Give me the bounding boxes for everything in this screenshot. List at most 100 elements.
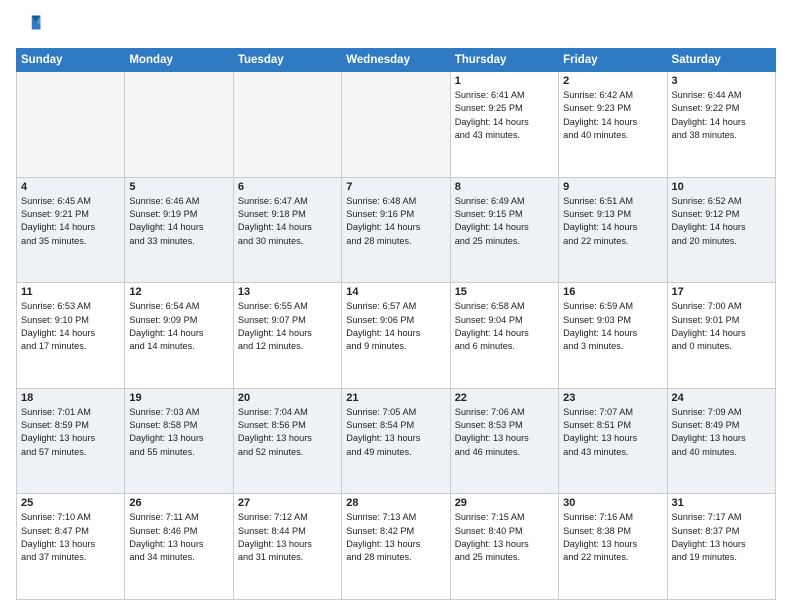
day-number: 12 (129, 286, 228, 298)
day-number: 13 (238, 286, 337, 298)
day-info: Sunrise: 7:17 AM Sunset: 8:37 PM Dayligh… (672, 511, 771, 564)
day-info: Sunrise: 6:59 AM Sunset: 9:03 PM Dayligh… (563, 300, 662, 353)
day-info: Sunrise: 6:48 AM Sunset: 9:16 PM Dayligh… (346, 195, 445, 248)
day-info: Sunrise: 7:00 AM Sunset: 9:01 PM Dayligh… (672, 300, 771, 353)
day-number: 6 (238, 181, 337, 193)
day-info: Sunrise: 7:04 AM Sunset: 8:56 PM Dayligh… (238, 406, 337, 459)
day-number: 20 (238, 392, 337, 404)
day-number: 8 (455, 181, 554, 193)
calendar-cell: 5 Sunrise: 6:46 AM Sunset: 9:19 PM Daylig… (125, 177, 233, 283)
logo-icon (16, 12, 44, 40)
day-number: 22 (455, 392, 554, 404)
calendar-cell: 3 Sunrise: 6:44 AM Sunset: 9:22 PM Daylig… (667, 72, 775, 178)
calendar-cell: 23Sunrise: 7:07 AM Sunset: 8:51 PM Dayli… (559, 388, 667, 494)
day-number: 24 (672, 392, 771, 404)
calendar-cell: 26 Sunrise: 7:11 AM Sunset: 8:46 PM Dayli… (125, 494, 233, 600)
day-info: Sunrise: 7:03 AM Sunset: 8:58 PM Dayligh… (129, 406, 228, 459)
calendar-cell: 2 Sunrise: 6:42 AM Sunset: 9:23 PM Daylig… (559, 72, 667, 178)
weekday-header-sunday: Sunday (17, 49, 125, 72)
calendar-cell: 18Sunrise: 7:01 AM Sunset: 8:59 PM Dayli… (17, 388, 125, 494)
calendar-header-row: SundayMondayTuesdayWednesdayThursdayFrid… (17, 49, 776, 72)
day-info: Sunrise: 6:55 AM Sunset: 9:07 PM Dayligh… (238, 300, 337, 353)
day-info: Sunrise: 7:15 AM Sunset: 8:40 PM Dayligh… (455, 511, 554, 564)
day-number: 21 (346, 392, 445, 404)
day-number: 10 (672, 181, 771, 193)
day-info: Sunrise: 6:49 AM Sunset: 9:15 PM Dayligh… (455, 195, 554, 248)
day-info: Sunrise: 7:16 AM Sunset: 8:38 PM Dayligh… (563, 511, 662, 564)
day-number: 9 (563, 181, 662, 193)
day-info: Sunrise: 6:45 AM Sunset: 9:21 PM Dayligh… (21, 195, 120, 248)
calendar-cell: 16 Sunrise: 6:59 AM Sunset: 9:03 PM Dayli… (559, 283, 667, 389)
calendar-week-2: 4 Sunrise: 6:45 AM Sunset: 9:21 PM Daylig… (17, 177, 776, 283)
day-info: Sunrise: 7:05 AM Sunset: 8:54 PM Dayligh… (346, 406, 445, 459)
day-number: 15 (455, 286, 554, 298)
day-info: Sunrise: 6:44 AM Sunset: 9:22 PM Dayligh… (672, 89, 771, 142)
calendar-cell: 6Sunrise: 6:47 AM Sunset: 9:18 PM Daylig… (233, 177, 341, 283)
day-number: 11 (21, 286, 120, 298)
calendar-cell: 25 Sunrise: 7:10 AM Sunset: 8:47 PM Dayli… (17, 494, 125, 600)
calendar-cell: 31Sunrise: 7:17 AM Sunset: 8:37 PM Dayli… (667, 494, 775, 600)
calendar-cell: 15 Sunrise: 6:58 AM Sunset: 9:04 PM Dayli… (450, 283, 558, 389)
calendar-cell: 7 Sunrise: 6:48 AM Sunset: 9:16 PM Daylig… (342, 177, 450, 283)
day-number: 7 (346, 181, 445, 193)
calendar-cell: 21 Sunrise: 7:05 AM Sunset: 8:54 PM Dayli… (342, 388, 450, 494)
day-info: Sunrise: 7:11 AM Sunset: 8:46 PM Dayligh… (129, 511, 228, 564)
day-number: 16 (563, 286, 662, 298)
day-info: Sunrise: 6:53 AM Sunset: 9:10 PM Dayligh… (21, 300, 120, 353)
day-number: 25 (21, 497, 120, 509)
day-number: 3 (672, 75, 771, 87)
weekday-header-saturday: Saturday (667, 49, 775, 72)
calendar-cell: 1 Sunrise: 6:41 AM Sunset: 9:25 PM Daylig… (450, 72, 558, 178)
day-number: 14 (346, 286, 445, 298)
day-number: 18 (21, 392, 120, 404)
day-number: 27 (238, 497, 337, 509)
day-info: Sunrise: 6:54 AM Sunset: 9:09 PM Dayligh… (129, 300, 228, 353)
weekday-header-monday: Monday (125, 49, 233, 72)
logo (16, 12, 48, 40)
calendar-cell: 28 Sunrise: 7:13 AM Sunset: 8:42 PM Dayli… (342, 494, 450, 600)
day-info: Sunrise: 6:46 AM Sunset: 9:19 PM Dayligh… (129, 195, 228, 248)
day-info: Sunrise: 7:10 AM Sunset: 8:47 PM Dayligh… (21, 511, 120, 564)
day-number: 5 (129, 181, 228, 193)
calendar-week-3: 11 Sunrise: 6:53 AM Sunset: 9:10 PM Dayli… (17, 283, 776, 389)
calendar-cell: 12 Sunrise: 6:54 AM Sunset: 9:09 PM Dayli… (125, 283, 233, 389)
calendar-cell: 17 Sunrise: 7:00 AM Sunset: 9:01 PM Dayli… (667, 283, 775, 389)
day-number: 17 (672, 286, 771, 298)
day-number: 30 (563, 497, 662, 509)
day-number: 29 (455, 497, 554, 509)
day-number: 2 (563, 75, 662, 87)
calendar-cell: 22 Sunrise: 7:06 AM Sunset: 8:53 PM Dayli… (450, 388, 558, 494)
page: SundayMondayTuesdayWednesdayThursdayFrid… (0, 0, 792, 612)
calendar-week-4: 18Sunrise: 7:01 AM Sunset: 8:59 PM Dayli… (17, 388, 776, 494)
day-info: Sunrise: 7:13 AM Sunset: 8:42 PM Dayligh… (346, 511, 445, 564)
calendar-week-1: 1 Sunrise: 6:41 AM Sunset: 9:25 PM Daylig… (17, 72, 776, 178)
calendar-cell: 13 Sunrise: 6:55 AM Sunset: 9:07 PM Dayli… (233, 283, 341, 389)
day-info: Sunrise: 6:57 AM Sunset: 9:06 PM Dayligh… (346, 300, 445, 353)
calendar-cell (17, 72, 125, 178)
calendar-cell: 19Sunrise: 7:03 AM Sunset: 8:58 PM Dayli… (125, 388, 233, 494)
weekday-header-wednesday: Wednesday (342, 49, 450, 72)
day-number: 28 (346, 497, 445, 509)
day-info: Sunrise: 6:42 AM Sunset: 9:23 PM Dayligh… (563, 89, 662, 142)
calendar-cell: 29 Sunrise: 7:15 AM Sunset: 8:40 PM Dayli… (450, 494, 558, 600)
day-info: Sunrise: 7:12 AM Sunset: 8:44 PM Dayligh… (238, 511, 337, 564)
calendar-cell: 20 Sunrise: 7:04 AM Sunset: 8:56 PM Dayli… (233, 388, 341, 494)
header (16, 12, 776, 40)
day-info: Sunrise: 7:07 AM Sunset: 8:51 PM Dayligh… (563, 406, 662, 459)
day-number: 4 (21, 181, 120, 193)
calendar-cell (233, 72, 341, 178)
calendar-cell: 8 Sunrise: 6:49 AM Sunset: 9:15 PM Daylig… (450, 177, 558, 283)
day-info: Sunrise: 6:41 AM Sunset: 9:25 PM Dayligh… (455, 89, 554, 142)
day-number: 1 (455, 75, 554, 87)
calendar-cell (125, 72, 233, 178)
calendar-cell: 10Sunrise: 6:52 AM Sunset: 9:12 PM Dayli… (667, 177, 775, 283)
calendar-cell: 24Sunrise: 7:09 AM Sunset: 8:49 PM Dayli… (667, 388, 775, 494)
calendar-cell: 4 Sunrise: 6:45 AM Sunset: 9:21 PM Daylig… (17, 177, 125, 283)
calendar-week-5: 25 Sunrise: 7:10 AM Sunset: 8:47 PM Dayli… (17, 494, 776, 600)
weekday-header-tuesday: Tuesday (233, 49, 341, 72)
calendar-table: SundayMondayTuesdayWednesdayThursdayFrid… (16, 48, 776, 600)
day-info: Sunrise: 7:06 AM Sunset: 8:53 PM Dayligh… (455, 406, 554, 459)
day-number: 26 (129, 497, 228, 509)
calendar-cell: 27 Sunrise: 7:12 AM Sunset: 8:44 PM Dayli… (233, 494, 341, 600)
day-info: Sunrise: 6:58 AM Sunset: 9:04 PM Dayligh… (455, 300, 554, 353)
